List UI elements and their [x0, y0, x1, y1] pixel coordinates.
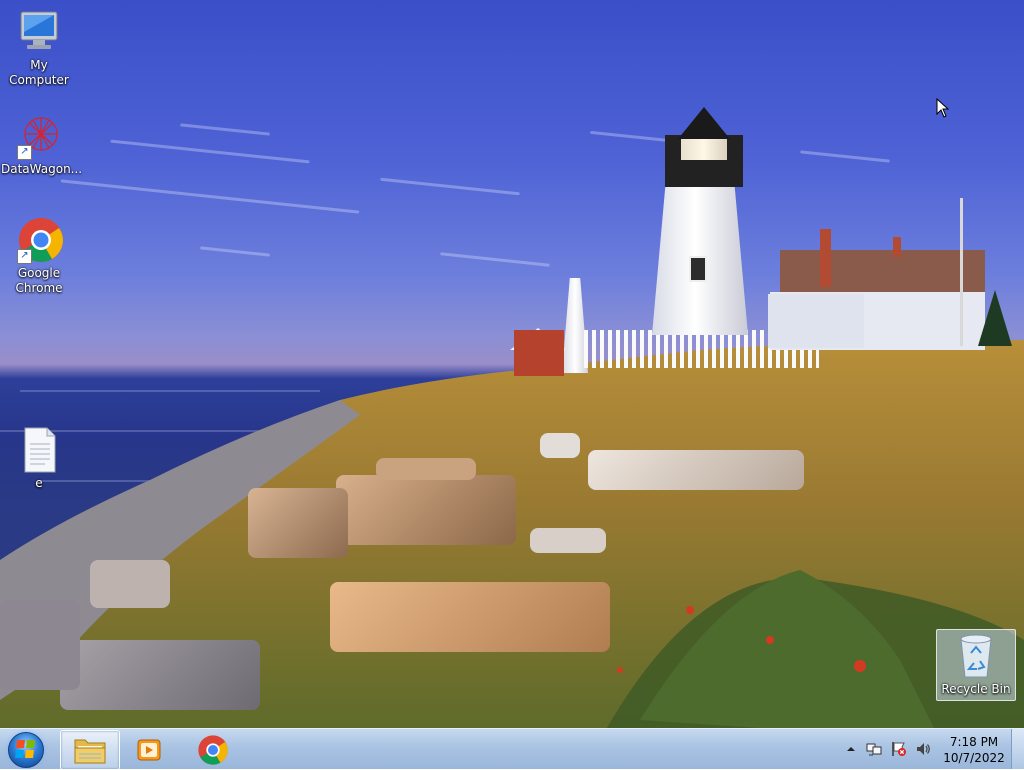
show-desktop-button[interactable]: [1011, 729, 1024, 769]
cloud-streak: [200, 246, 270, 257]
chrome-icon: ↗: [15, 216, 63, 264]
rock: [248, 488, 348, 558]
clock-date: 10/7/2022: [943, 751, 1005, 765]
rock: [588, 450, 804, 490]
taskbar-media-player-button[interactable]: [121, 730, 179, 768]
desktop-icon-datawagon[interactable]: ↗ DataWagon...: [1, 112, 83, 177]
desktop-icon-e-file[interactable]: e: [1, 426, 77, 491]
chimney: [893, 237, 901, 257]
volume-icon[interactable]: [915, 741, 931, 757]
mouse-cursor-icon: [936, 98, 950, 118]
desktop-icon-google-chrome[interactable]: ↗ Google Chrome: [1, 216, 77, 296]
cloud-streak: [440, 252, 550, 267]
network-icon[interactable]: [866, 741, 882, 757]
lighthouse-window: [689, 256, 707, 282]
cloud-streak: [110, 139, 310, 164]
chimney: [820, 229, 831, 287]
desktop-icon-label: e: [35, 476, 43, 490]
show-hidden-icons-chevron-icon[interactable]: [843, 741, 859, 757]
house-roof: [780, 250, 985, 296]
desktop-icon-label: My Computer: [9, 58, 69, 87]
windows-logo-icon: [15, 740, 35, 758]
text-file-icon: [15, 426, 63, 474]
media-player-icon: [137, 739, 161, 761]
rock: [330, 582, 610, 652]
desktop-icon-my-computer[interactable]: My Computer: [1, 8, 77, 88]
rock: [540, 433, 580, 458]
start-button[interactable]: [4, 730, 48, 768]
cloud-streak: [800, 150, 890, 163]
rock: [90, 560, 170, 608]
cloud-streak: [590, 130, 670, 143]
rock: [530, 528, 606, 553]
clock-time: 7:18 PM: [949, 735, 999, 749]
recycle-bin-icon: [957, 633, 995, 679]
folder-explorer-icon: [74, 739, 106, 764]
desktop-icon-recycle-bin[interactable]: Recycle Bin: [936, 629, 1016, 701]
rock: [0, 600, 80, 690]
rock: [336, 475, 516, 545]
desktop-icon-label: Recycle Bin: [941, 682, 1011, 696]
action-center-flag-icon[interactable]: [891, 741, 907, 757]
datawagon-icon: ↗: [15, 112, 63, 160]
chrome-icon: [198, 735, 228, 765]
lighthouse-cap: [678, 107, 730, 139]
lantern-glass: [681, 138, 727, 160]
house-wing: [768, 294, 864, 348]
system-clock[interactable]: 7:18 PM 10/7/2022: [940, 734, 1008, 766]
cloud-streak: [60, 179, 360, 214]
shortcut-arrow-icon: ↗: [17, 249, 32, 264]
taskbar: 7:18 PM 10/7/2022: [0, 728, 1024, 770]
rock: [376, 458, 476, 480]
computer-icon: [15, 8, 63, 56]
taskbar-google-chrome-button[interactable]: [183, 730, 241, 768]
shortcut-arrow-icon: ↗: [17, 145, 32, 160]
red-shed: [514, 330, 564, 376]
flag-pole: [960, 198, 963, 346]
desktop-icon-label: DataWagon...: [1, 162, 83, 176]
rock: [60, 640, 260, 710]
cloud-streak: [180, 123, 270, 136]
desktop-icon-label: Google Chrome: [15, 266, 63, 295]
taskbar-windows-explorer-button[interactable]: [60, 730, 120, 770]
cloud-streak: [380, 177, 520, 196]
desktop-wallpaper: My Computer ↗ DataWagon... ↗ Google Chro…: [0, 0, 1024, 728]
